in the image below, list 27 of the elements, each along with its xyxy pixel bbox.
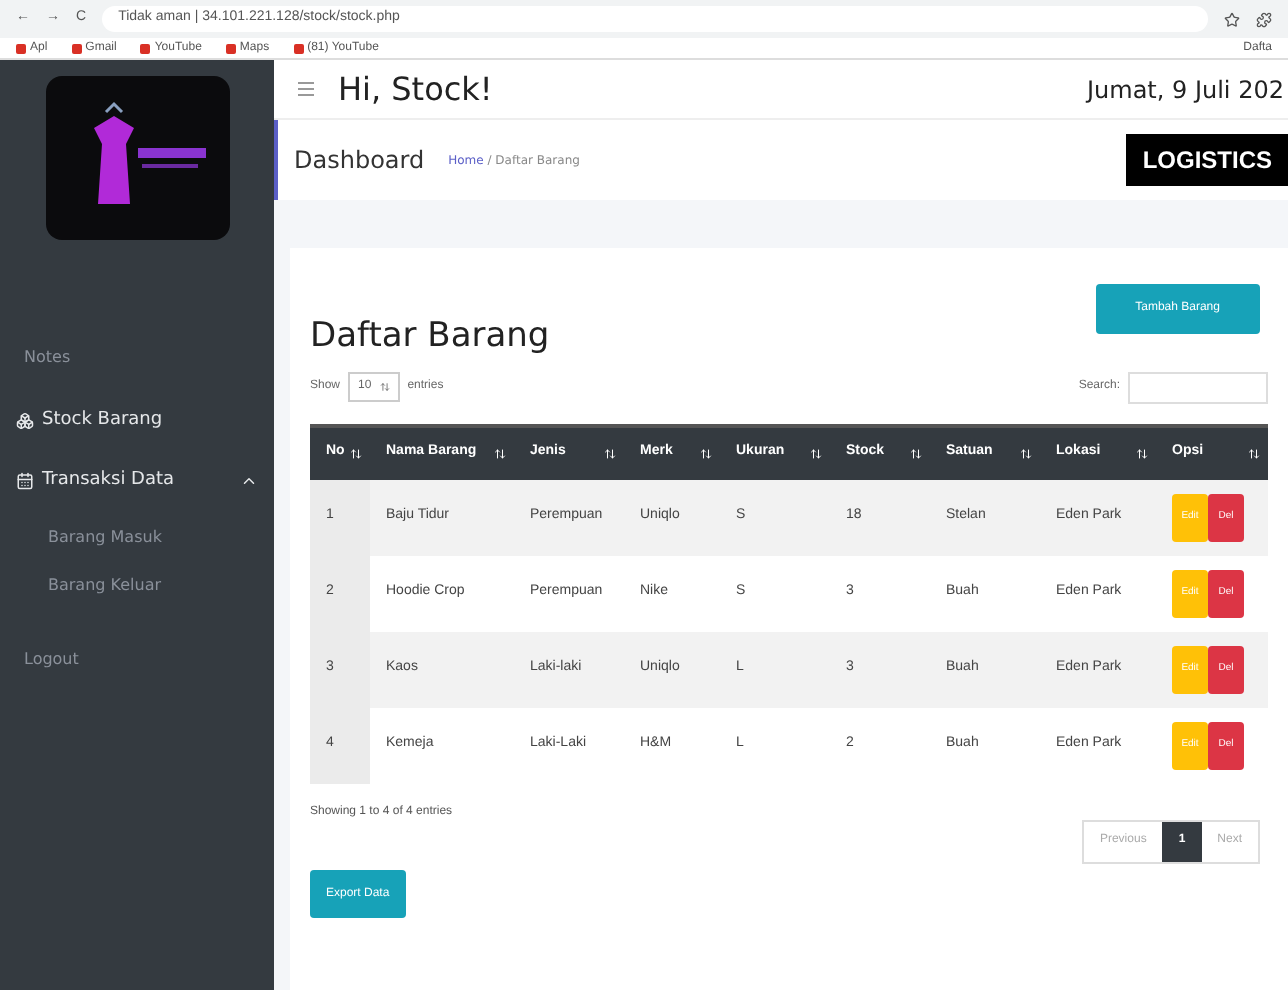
sort-icon[interactable] (1136, 447, 1148, 459)
menu-icon[interactable] (298, 82, 314, 96)
submenu-item[interactable]: Barang Keluar (48, 574, 274, 598)
submenu-item[interactable]: Barang Masuk (48, 526, 274, 550)
page-title: Dashboard (294, 144, 425, 178)
select-arrow-icon (379, 382, 390, 392)
sort-icon[interactable] (700, 447, 712, 459)
search-field[interactable] (1128, 371, 1268, 403)
date-text: Jumat, 9 Juli 202 (1086, 73, 1284, 107)
sort-icon[interactable] (810, 447, 822, 459)
greeting: Hi, Stock! (338, 67, 495, 111)
sidebar-group[interactable]: Transaksi Data (0, 451, 274, 510)
card-title: Daftar Barang (310, 314, 550, 360)
star-icon[interactable] (1224, 11, 1240, 27)
sort-icon[interactable] (1020, 447, 1032, 459)
boxes-icon (16, 412, 34, 431)
sort-icon[interactable] (1248, 447, 1260, 459)
calendar-icon (16, 471, 34, 490)
sidebar-link[interactable]: Logout (24, 650, 79, 668)
sort-icon[interactable] (494, 447, 506, 459)
sidebar-item[interactable]: Stock Barang (0, 392, 274, 451)
sort-icon[interactable] (350, 447, 362, 459)
extension-icon[interactable] (1256, 11, 1272, 27)
sidebar-link[interactable]: Notes (24, 348, 71, 366)
logistics-logo: LOGISTICS (1126, 134, 1288, 186)
sort-icon[interactable] (604, 447, 616, 459)
sort-icon[interactable] (910, 447, 922, 459)
